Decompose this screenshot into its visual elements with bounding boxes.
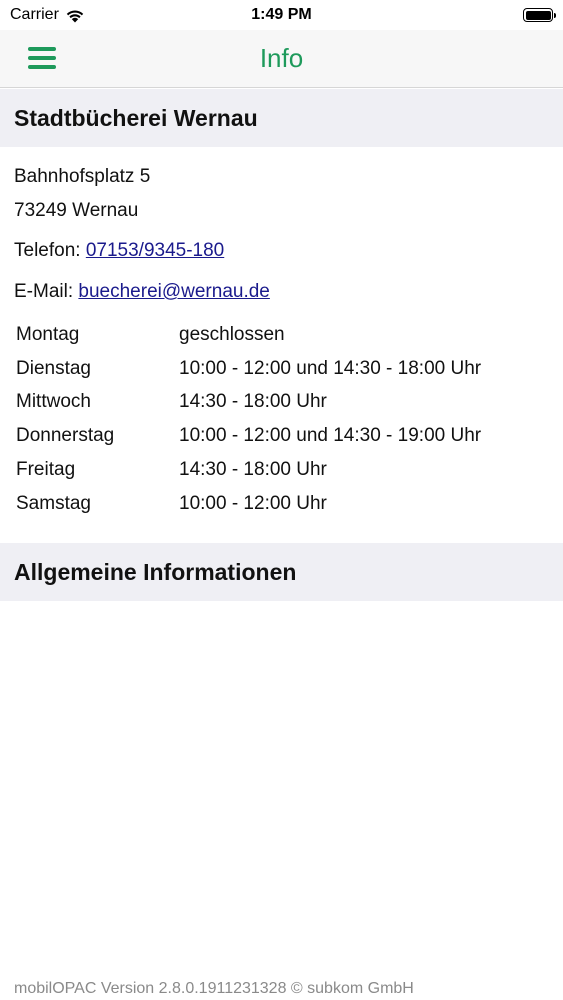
section-header-library: Stadtbücherei Wernau	[0, 89, 563, 147]
battery-level	[525, 10, 551, 20]
battery-icon	[523, 8, 556, 22]
menu-line	[28, 65, 56, 69]
version-footer: mobilOPAC Version 2.8.0.1911231328 © sub…	[14, 980, 414, 997]
menu-line	[28, 47, 56, 51]
email-label: E-Mail:	[14, 281, 79, 302]
day-cell: Mittwoch	[16, 391, 91, 413]
day-cell: Montag	[16, 323, 80, 345]
page-title: Info	[259, 43, 304, 73]
phone-line: Telefon: 07153/9345-180	[14, 240, 224, 262]
address-street: Bahnhofsplatz 5	[14, 166, 151, 187]
table-row: Freitag 14:30 - 18:00 Uhr	[16, 453, 556, 487]
email-line: E-Mail: buecherei@wernau.de	[14, 281, 270, 303]
phone-label: Telefon:	[14, 240, 86, 261]
email-link[interactable]: buecherei@wernau.de	[78, 281, 269, 302]
time-cell: 10:00 - 12:00 und 14:30 - 18:00 Uhr	[179, 357, 482, 379]
status-bar: Carrier 1:49 PM	[0, 0, 563, 30]
section-header-general[interactable]: Allgemeine Informationen	[0, 543, 563, 601]
table-row: Dienstag 10:00 - 12:00 und 14:30 - 18:00…	[16, 352, 556, 386]
phone-link[interactable]: 07153/9345-180	[86, 240, 224, 261]
menu-line	[28, 56, 56, 60]
table-row: Mittwoch 14:30 - 18:00 Uhr	[16, 386, 556, 420]
day-cell: Donnerstag	[16, 425, 115, 447]
navigation-bar: Info	[0, 30, 563, 88]
status-time: 1:49 PM	[251, 6, 312, 23]
day-cell: Freitag	[16, 459, 76, 481]
hamburger-menu-icon[interactable]	[28, 45, 56, 71]
table-row: Samstag 10:00 - 12:00 Uhr	[16, 487, 556, 521]
time-cell: 14:30 - 18:00 Uhr	[179, 459, 327, 481]
time-cell: geschlossen	[179, 323, 285, 345]
time-cell: 10:00 - 12:00 und 14:30 - 19:00 Uhr	[179, 425, 482, 447]
opening-hours-table: Montag geschlossen Dienstag 10:00 - 12:0…	[16, 318, 556, 521]
time-cell: 10:00 - 12:00 Uhr	[179, 492, 327, 514]
day-cell: Dienstag	[16, 357, 91, 379]
address-city: 73249 Wernau	[14, 200, 139, 221]
carrier-label: Carrier	[10, 6, 59, 23]
day-cell: Samstag	[16, 492, 91, 514]
time-cell: 14:30 - 18:00 Uhr	[179, 391, 327, 413]
status-left: Carrier	[10, 6, 85, 24]
table-row: Donnerstag 10:00 - 12:00 und 14:30 - 19:…	[16, 419, 556, 453]
table-row: Montag geschlossen	[16, 318, 556, 352]
wifi-icon	[66, 10, 84, 22]
